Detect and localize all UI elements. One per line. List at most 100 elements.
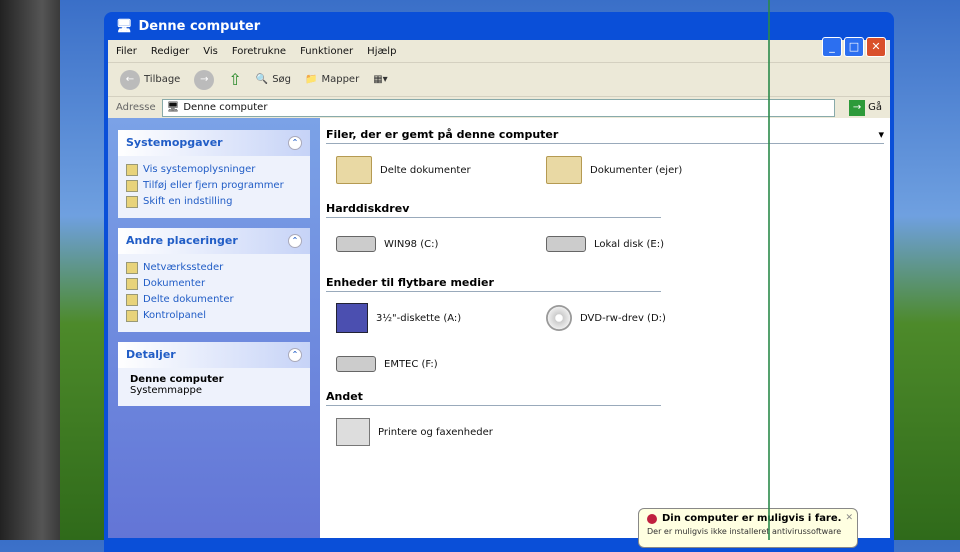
up-folder-icon: ⇧ (228, 70, 242, 89)
up-button[interactable]: ⇧ (228, 70, 241, 89)
address-label: Adresse (116, 102, 156, 113)
place-network[interactable]: Netværkssteder (126, 260, 302, 276)
task-change-setting[interactable]: Skift en indstilling (126, 194, 302, 210)
minimize-button[interactable]: _ (822, 37, 842, 57)
balloon-text: Der er muligvis ikke installeret antivir… (647, 527, 842, 536)
item-label: EMTEC (F:) (384, 358, 438, 370)
menu-tools[interactable]: Funktioner (300, 46, 353, 57)
monitor-bezel (0, 0, 60, 540)
drive-c[interactable]: WIN98 (C:) (326, 236, 536, 252)
folders-label: Mapper (321, 74, 360, 85)
floppy-drive-icon (336, 303, 368, 333)
place-label: Dokumenter (143, 278, 206, 289)
file-view: Filer, der er gemt på denne computer ▾ De… (320, 118, 890, 538)
search-icon: 🔍 (255, 74, 269, 85)
group-header: Andet (326, 390, 661, 406)
group-header: Enheder til flytbare medier (326, 276, 661, 292)
menu-view[interactable]: Vis (203, 46, 218, 57)
task-view-system-info[interactable]: Vis systemoplysninger (126, 162, 302, 178)
close-button[interactable]: ✕ (866, 37, 886, 57)
drive-d[interactable]: DVD-rw-drev (D:) (536, 305, 746, 331)
window-title: Denne computer (138, 18, 261, 34)
task-label: Vis systemoplysninger (143, 164, 256, 175)
place-documents[interactable]: Dokumenter (126, 276, 302, 292)
folders-button[interactable]: 📁 Mapper (305, 74, 359, 85)
menu-file[interactable]: Filer (116, 46, 137, 57)
views-icon: ▦▾ (373, 74, 388, 85)
system-tasks-panel: Systemopgaver ⌃ Vis systemoplysninger Til… (118, 130, 310, 218)
title-bar[interactable]: 🖥 Denne computer (108, 12, 890, 40)
collapse-chevron-icon[interactable]: ⌃ (288, 234, 302, 248)
group-title: Filer, der er gemt på denne computer (326, 128, 559, 141)
menu-help[interactable]: Hjælp (367, 46, 396, 57)
computer-icon: 🖥 (116, 18, 133, 34)
hard-drive-icon (336, 236, 376, 252)
control-panel-icon (126, 310, 138, 322)
menu-bar: Filer Rediger Vis Foretrukne Funktioner … (108, 40, 890, 62)
place-label: Netværkssteder (143, 262, 224, 273)
address-value: Denne computer (183, 102, 268, 113)
search-button[interactable]: 🔍 Søg (256, 74, 291, 85)
panel-title: Detaljer (126, 348, 176, 361)
screen-artifact-line (768, 0, 770, 540)
printer-icon (336, 418, 370, 446)
details-panel: Detaljer ⌃ Denne computer Systemmappe (118, 342, 310, 406)
network-icon (126, 262, 138, 274)
task-label: Skift en indstilling (143, 196, 233, 207)
place-label: Kontrolpanel (143, 310, 206, 321)
go-arrow-icon: → (849, 99, 866, 116)
item-label: DVD-rw-drev (D:) (580, 312, 666, 324)
dvd-drive-icon (546, 305, 572, 331)
explorer-window: 🖥 Denne computer _ □ ✕ Filer Rediger Vis … (104, 12, 894, 552)
search-label: Søg (272, 74, 292, 85)
panel-title: Systemopgaver (126, 136, 223, 149)
details-name: Denne computer (130, 374, 224, 385)
folder-icon (336, 156, 372, 184)
place-control-panel[interactable]: Kontrolpanel (126, 308, 302, 324)
item-label: WIN98 (C:) (384, 238, 439, 250)
item-label: Lokal disk (E:) (594, 238, 665, 250)
balloon-close-button[interactable]: ✕ (845, 513, 853, 523)
back-arrow-icon: ← (120, 69, 140, 90)
maximize-button[interactable]: □ (844, 37, 864, 57)
control-panel-icon (126, 196, 138, 208)
system-info-icon (126, 164, 138, 176)
item-shared-documents[interactable]: Delte dokumenter (326, 156, 536, 184)
drive-e[interactable]: Lokal disk (E:) (536, 236, 746, 252)
item-label: Dokumenter (ejer) (590, 164, 683, 176)
address-bar: Adresse 🖥 Denne computer → Gå (108, 96, 890, 118)
balloon-title: Din computer er muligvis i fare. (662, 513, 842, 524)
forward-button[interactable]: → (194, 69, 215, 90)
documents-icon (126, 278, 138, 290)
go-button[interactable]: → Gå (841, 99, 890, 116)
collapse-chevron-icon[interactable]: ⌃ (288, 136, 302, 150)
hard-drive-icon (546, 236, 586, 252)
dropdown-chevron-icon[interactable]: ▾ (878, 128, 884, 141)
security-balloon[interactable]: Din computer er muligvis i fare. ✕ Der e… (638, 508, 858, 548)
place-shared-documents[interactable]: Delte dokumenter (126, 292, 302, 308)
drive-a[interactable]: 3½"-diskette (A:) (326, 303, 536, 333)
menu-edit[interactable]: Rediger (151, 46, 189, 57)
menu-favorites[interactable]: Foretrukne (232, 46, 286, 57)
address-input[interactable]: 🖥 Denne computer (161, 98, 836, 117)
toolbar: ← Tilbage → ⇧ 🔍 Søg 📁 Mapper ▦▾ (108, 62, 890, 96)
drive-f[interactable]: EMTEC (F:) (326, 356, 536, 372)
computer-icon: 🖥 (166, 102, 180, 113)
folder-icon (126, 294, 138, 306)
item-label: Delte dokumenter (380, 164, 471, 176)
back-label: Tilbage (144, 74, 181, 85)
removable-drive-icon (336, 356, 376, 372)
task-label: Tilføj eller fjern programmer (143, 180, 284, 191)
task-add-remove-programs[interactable]: Tilføj eller fjern programmer (126, 178, 302, 194)
group-header: Harddiskdrev (326, 202, 661, 218)
security-shield-icon (647, 513, 657, 524)
item-my-documents[interactable]: Dokumenter (ejer) (536, 156, 746, 184)
views-button[interactable]: ▦▾ (373, 74, 387, 85)
item-label: Printere og faxenheder (378, 426, 493, 438)
collapse-chevron-icon[interactable]: ⌃ (288, 348, 302, 362)
go-label: Gå (868, 102, 882, 113)
item-printers[interactable]: Printere og faxenheder (326, 418, 536, 446)
programs-icon (126, 180, 138, 192)
back-button[interactable]: ← Tilbage (120, 69, 181, 90)
place-label: Delte dokumenter (143, 294, 234, 305)
